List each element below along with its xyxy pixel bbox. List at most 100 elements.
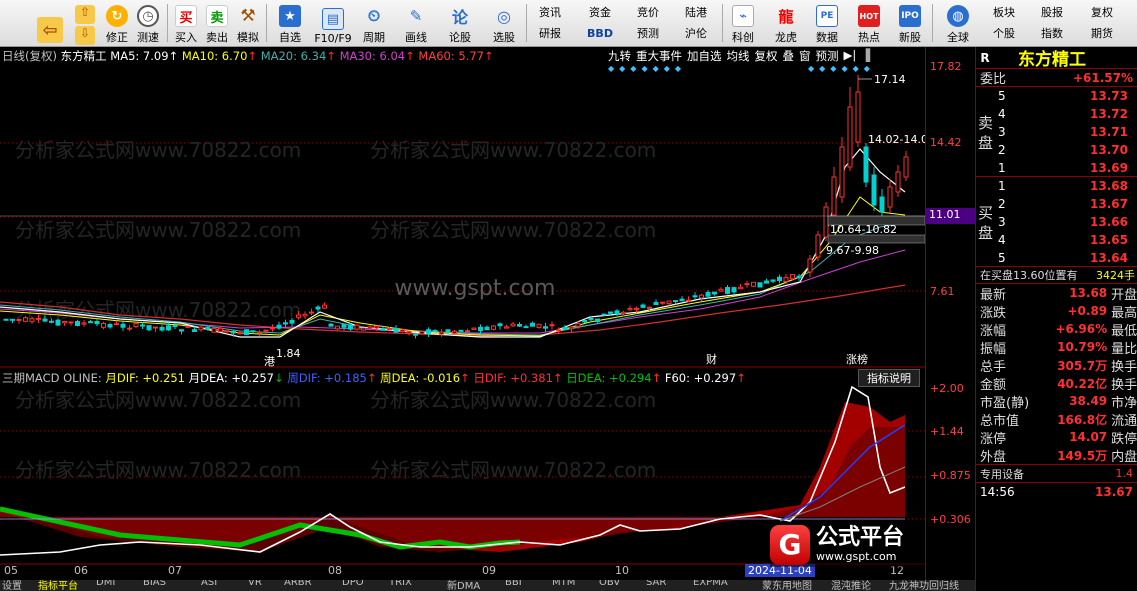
indicator-tab[interactable]: BBI	[505, 580, 522, 588]
gubao-button[interactable]: 股报	[1032, 2, 1072, 22]
indicator-tab[interactable]: 混沌推论	[831, 580, 871, 591]
stat-value: 13.68	[1069, 286, 1108, 300]
longhu-button[interactable]: 龍 龙虎	[771, 2, 801, 45]
ma-button[interactable]: 均线	[727, 48, 750, 64]
gegu-button[interactable]: 个股	[984, 23, 1024, 43]
page-updown-button[interactable]: ⇧ ⇩	[72, 2, 98, 45]
ma10-value: MA10: 6.70	[181, 49, 248, 63]
candle-body	[387, 328, 392, 331]
window-button[interactable]: 窗	[799, 48, 811, 64]
candle-body	[556, 329, 561, 332]
indicator-tab[interactable]: BIAS	[143, 580, 166, 588]
close-icon[interactable]: ▐	[861, 48, 870, 64]
event-markers[interactable]: ◆◆◆◆◆◆◆	[608, 64, 686, 73]
back-button[interactable]: ⇦	[34, 2, 66, 45]
indicator-tab[interactable]: 指标平台	[38, 580, 78, 591]
sell-button[interactable]: 卖 卖出	[203, 2, 231, 45]
zixun-button[interactable]: 资讯	[530, 2, 570, 22]
buy-note-value: 3424手	[1096, 269, 1135, 282]
indicator-tab[interactable]: TRIX	[389, 580, 412, 588]
bid-price: 13.64	[1090, 251, 1128, 265]
ask-row[interactable]: 1 13.69	[998, 159, 1134, 177]
candle-body	[863, 146, 869, 183]
indicator-help-button[interactable]: 指标说明	[858, 369, 920, 387]
overlay-button[interactable]: 叠	[783, 48, 795, 64]
event-markers-right[interactable]: ◆◆◆◆◆◆	[808, 64, 875, 73]
jingjia-button[interactable]: 竞价	[628, 2, 668, 22]
jiuzhuan-button[interactable]: 九转	[608, 48, 631, 64]
yanbao-button[interactable]: 研报	[530, 23, 570, 43]
ask-row[interactable]: 4 13.72	[998, 105, 1134, 123]
lungu-button[interactable]: 论 论股	[444, 2, 476, 45]
stat-label: 总市值	[980, 413, 1020, 429]
bid-row[interactable]: 1 13.68	[998, 177, 1134, 195]
indicator-tab[interactable]: SAR	[646, 580, 666, 588]
speed-test-button[interactable]: ◷ 测速	[134, 2, 162, 45]
hugang-button[interactable]: 沪伦	[676, 23, 716, 43]
bid-price: 13.66	[1090, 215, 1128, 229]
xingu-button[interactable]: IPO 新股	[895, 2, 925, 45]
bid-row[interactable]: 3 13.66	[998, 213, 1134, 231]
shuju-button[interactable]: PE 数据	[812, 2, 842, 45]
candle-body	[614, 310, 620, 315]
qihuo-button[interactable]: 期货	[1082, 23, 1122, 43]
candle-body	[146, 325, 152, 331]
indicator-tab[interactable]: 九龙神功回归线	[889, 580, 959, 591]
bankuai-button[interactable]: 板块	[984, 2, 1024, 22]
kline-chart-area[interactable]: www.gspt.com 分析家公式网www.70822.com 分析家公式网w…	[0, 47, 925, 580]
lungu-icon: 论	[451, 8, 468, 27]
arrow-left-icon: ⇦	[37, 17, 63, 43]
ask-row[interactable]: 5 13.73	[998, 87, 1134, 105]
pick-stock-button[interactable]: ◎ 选股	[486, 2, 522, 45]
self-select-button[interactable]: ★ 自选	[272, 2, 308, 45]
ask-row[interactable]: 3 13.71	[998, 123, 1134, 141]
indicator-tab[interactable]: VR	[248, 580, 262, 588]
global-button[interactable]: ◍ 全球	[938, 2, 978, 45]
kechuang-button[interactable]: ⌁ 科创	[728, 2, 758, 45]
indicator-tab[interactable]: ARBR	[284, 580, 312, 588]
simulate-button[interactable]: ⚒ 模拟	[234, 2, 262, 45]
indicator-tab[interactable]: OBV	[599, 580, 620, 588]
indicator-tab[interactable]: 新DMA	[447, 580, 480, 591]
forecast-button[interactable]: 预测	[816, 48, 839, 64]
period-label: 周期	[363, 31, 385, 44]
bid-row[interactable]: 5 13.64	[998, 249, 1134, 267]
f10-button[interactable]: ▤ F10/F9	[312, 2, 354, 45]
major-event-button[interactable]: 重大事件	[636, 48, 682, 64]
indicator-tab[interactable]: MTM	[552, 580, 575, 588]
stat-row: 外盘 149.5万 内盘	[976, 446, 1137, 465]
indicator-tab[interactable]: DMI	[96, 580, 115, 588]
hk-mark: 港	[264, 355, 275, 368]
indicator-tab[interactable]: 蒙东用地图	[762, 580, 812, 591]
watermark-repeat: 分析家公式网www.70822.com	[15, 388, 301, 412]
fuquan-toggle[interactable]: 复权	[755, 48, 778, 64]
draw-line-button[interactable]: ✎ 画线	[400, 2, 432, 45]
bid-row[interactable]: 4 13.65	[998, 231, 1134, 249]
fuquan-button[interactable]: 复权	[1082, 2, 1122, 22]
buy-button[interactable]: 买 买入	[172, 2, 200, 45]
bbd-button[interactable]: BBD	[580, 23, 620, 43]
candle-body	[621, 311, 626, 315]
indicator-tab[interactable]: DPO	[342, 580, 364, 588]
stat-label-2: 最高	[1111, 305, 1137, 321]
add-self-button[interactable]: 加自选	[687, 48, 722, 64]
lugang-button[interactable]: 陆港	[676, 2, 716, 22]
candle-body	[549, 324, 555, 327]
redian-button[interactable]: HOT 热点	[854, 2, 884, 45]
zijin-button[interactable]: 资金	[580, 2, 620, 22]
nav-arrow-icon[interactable]: ▶|	[844, 48, 857, 64]
ask-row[interactable]: 2 13.70	[998, 141, 1134, 159]
stat-row: 总手 305.7万 换手	[976, 356, 1137, 375]
cai-mark: 财	[706, 352, 717, 366]
yuce-button[interactable]: 预测	[628, 23, 668, 43]
indicator-tab[interactable]: ASI	[201, 580, 217, 588]
bid-price: 13.67	[1090, 197, 1128, 211]
candle-body	[159, 326, 165, 331]
stat-value: 166.8亿	[1057, 412, 1108, 427]
zhishu-button[interactable]: 指数	[1032, 23, 1072, 43]
bid-row[interactable]: 2 13.67	[998, 195, 1134, 213]
indicator-tab[interactable]: 设置	[2, 580, 22, 591]
period-button[interactable]: ⏲ 周期	[358, 2, 390, 45]
indicator-tab[interactable]: EXPMA	[693, 580, 728, 588]
fix-button[interactable]: ↻ 修正	[103, 2, 131, 45]
